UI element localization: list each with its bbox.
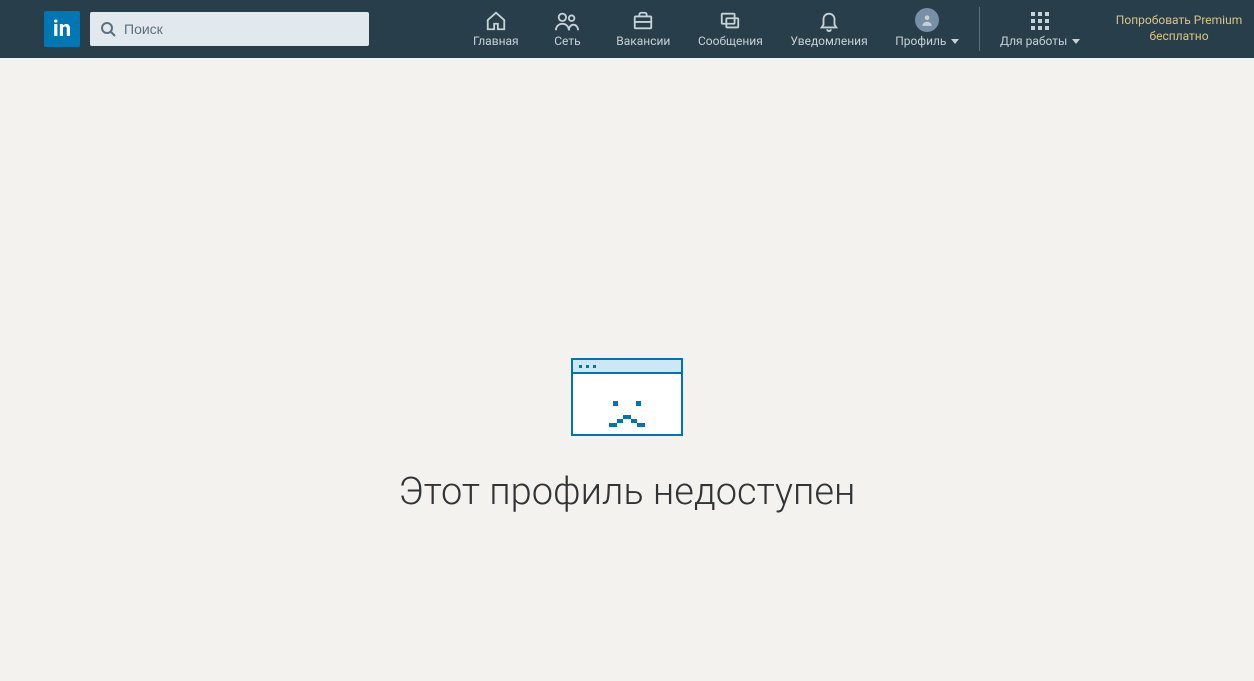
briefcase-icon (632, 10, 654, 32)
nav-work[interactable]: Для работы (986, 0, 1094, 58)
nav-messages-label: Сообщения (698, 34, 763, 48)
top-navigation: in Главная Сеть (0, 0, 1254, 58)
people-icon (555, 10, 579, 32)
nav-jobs[interactable]: Вакансии (602, 0, 684, 58)
nav-network-label: Сеть (554, 34, 580, 48)
nav-profile[interactable]: Профиль (881, 0, 973, 58)
nav-divider (979, 7, 980, 51)
main-content: Этот профиль недоступен (0, 58, 1254, 514)
apps-grid-icon (1030, 10, 1050, 32)
chevron-down-icon (1072, 39, 1080, 44)
nav-work-label: Для работы (1000, 34, 1080, 48)
nav-network[interactable]: Сеть (532, 0, 602, 58)
error-illustration (571, 358, 683, 436)
premium-cta[interactable]: Попробовать Premium бесплатно (1104, 0, 1254, 58)
search-wrapper (90, 12, 369, 46)
nav-messages[interactable]: Сообщения (684, 0, 776, 58)
premium-cta-label: Попробовать Premium бесплатно (1104, 13, 1254, 44)
nav-profile-text: Профиль (895, 34, 946, 48)
nav-home-label: Главная (473, 34, 519, 48)
bell-icon (818, 10, 840, 32)
search-input[interactable] (90, 12, 369, 46)
avatar-icon (915, 10, 939, 32)
nav-home[interactable]: Главная (459, 0, 532, 58)
nav-notifications-label: Уведомления (790, 34, 867, 48)
browser-frame-icon (571, 358, 683, 436)
primary-nav: Главная Сеть Вакансии (459, 0, 1254, 58)
nav-profile-label: Профиль (895, 34, 959, 48)
nav-notifications[interactable]: Уведомления (777, 0, 882, 58)
messages-icon (719, 10, 741, 32)
browser-bar-icon (573, 360, 681, 374)
nav-jobs-label: Вакансии (616, 34, 670, 48)
avatar (915, 8, 939, 32)
nav-work-text: Для работы (1000, 34, 1067, 48)
error-title: Этот профиль недоступен (399, 470, 856, 514)
home-icon (485, 10, 507, 32)
linkedin-logo[interactable]: in (44, 11, 80, 47)
chevron-down-icon (951, 39, 959, 44)
